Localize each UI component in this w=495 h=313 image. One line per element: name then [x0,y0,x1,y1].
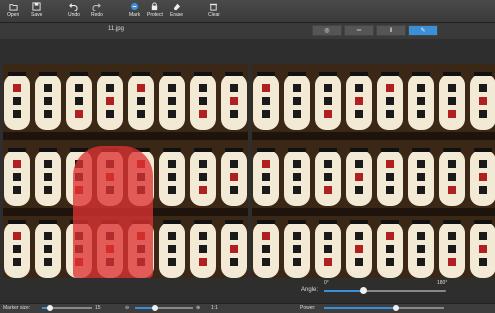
marker-size-value: 15 [95,305,101,311]
mark-label: Mark [129,12,141,18]
protect-button[interactable]: Protect [147,1,163,21]
undo-label: Undo [68,12,80,18]
angle-slider[interactable] [324,287,446,294]
undo-button[interactable]: Undo [68,1,80,21]
mark-circle-icon [130,2,139,11]
folder-icon [9,4,18,11]
lock-icon [152,2,158,11]
marker-size-label: Marker size: [3,305,31,311]
horizontal-split-icon: ═ [356,27,362,34]
redo-icon [92,3,102,11]
source-image-panel[interactable] [3,64,248,278]
open-label: Open [7,12,20,18]
zoom-slider[interactable] [135,305,193,311]
clear-button[interactable]: Clear [208,1,220,21]
zoom-knob[interactable] [152,305,158,311]
vertical-split-icon: ‖ [389,27,393,34]
save-button[interactable]: Save [31,1,42,21]
view-mode-group: ◎ ═ ‖ ✎ [312,25,440,36]
power-fill [324,307,396,309]
mark-button[interactable]: Mark [129,1,140,21]
file-name: 11.jpg [108,26,124,32]
trash-icon [210,3,218,11]
angle-slider-knob[interactable] [360,287,367,294]
view-mode-vertical[interactable]: ‖ [376,25,406,36]
clear-label: Clear [208,12,220,18]
angle-slider-fill [324,290,363,292]
open-button[interactable]: Open [7,1,19,21]
angle-min-label: 0° [324,280,329,286]
erase-label: Erase [170,12,184,18]
zoom-ratio[interactable]: 1:1 [211,305,218,311]
erase-button[interactable]: Erase [170,1,183,21]
floppy-icon [32,2,41,11]
angle-max-label: 180° [437,280,448,286]
marker-size-slider[interactable] [42,305,92,311]
mark-mask [73,146,153,278]
power-label: Power: [300,305,316,311]
protect-label: Protect [147,12,163,18]
lantern-photo-result [252,64,495,278]
toolbar: Open Save Undo Redo Mark Protect Erase C… [0,0,495,23]
view-mode-pencil[interactable]: ✎ [408,25,438,36]
power-knob[interactable] [393,305,399,311]
target-icon: ◎ [324,28,330,34]
redo-label: Redo [91,12,103,18]
zoom-in-icon[interactable]: ⊕ [196,305,200,311]
eraser-icon [173,3,181,11]
power-slider[interactable] [324,305,444,311]
angle-control: 0° 180° Angle: [250,280,495,300]
view-mode-horizontal[interactable]: ═ [344,25,374,36]
pencil-icon: ✎ [420,28,426,34]
angle-label: Angle: [301,287,319,293]
save-label: Save [31,12,43,18]
marker-size-knob[interactable] [47,305,53,311]
undo-icon [69,3,79,11]
redo-button[interactable]: Redo [91,1,103,21]
view-mode-target[interactable]: ◎ [312,25,342,36]
zoom-out-icon[interactable]: ⊖ [125,305,129,311]
result-image-panel [252,64,495,278]
